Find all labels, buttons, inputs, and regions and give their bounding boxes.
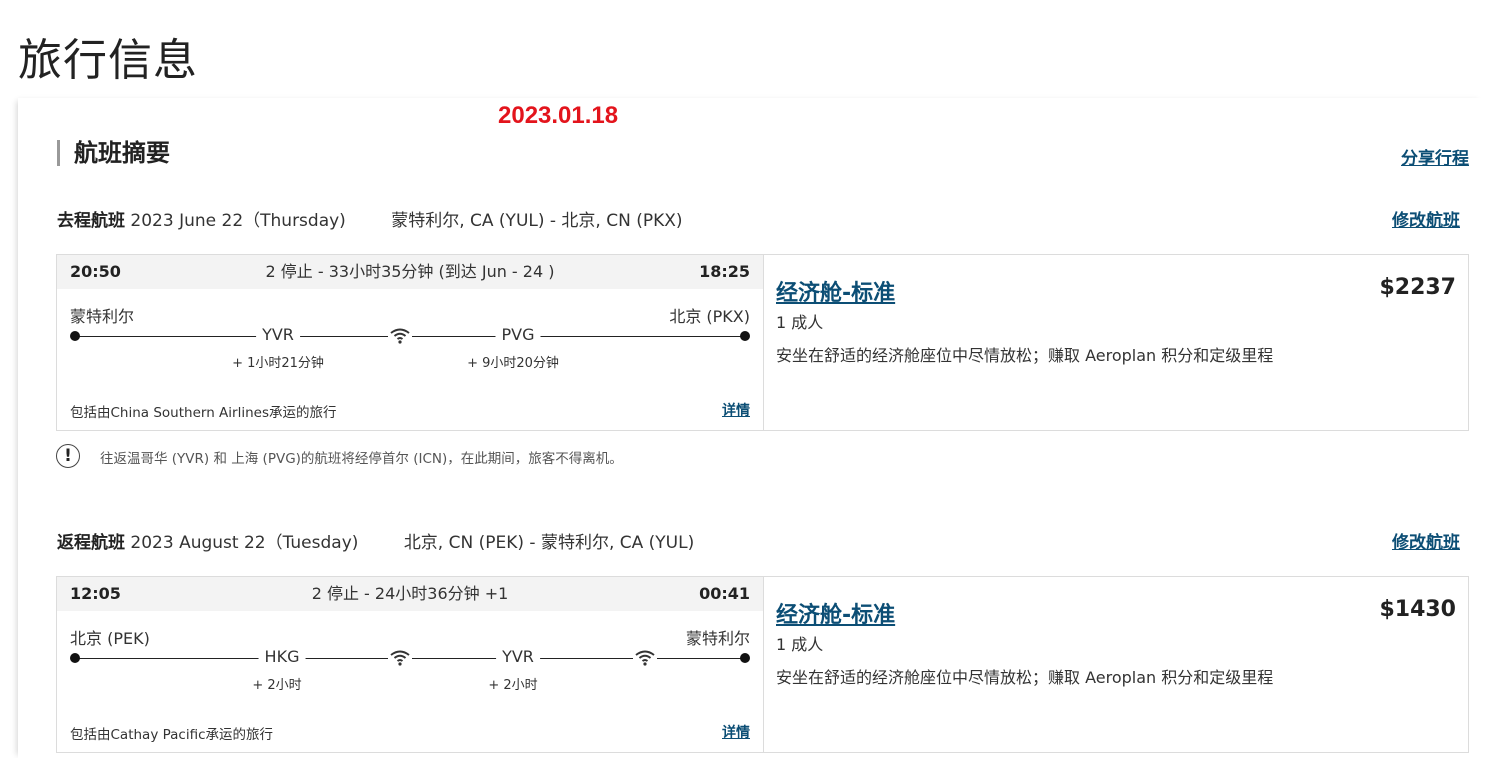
return-label: 返程航班 [57, 533, 125, 553]
stop-code: YVR [496, 647, 540, 666]
outbound-time-bar: 2 停止 - 33小时35分钟 (到达 Jun - 24 ) 20:50 18:… [57, 255, 763, 289]
outbound-summary: 2 停止 - 33小时35分钟 (到达 Jun - 24 ) [265, 262, 555, 281]
outbound-arrive-time: 18:25 [699, 262, 750, 281]
outbound-date: 2023 June 22（Thursday) [130, 211, 346, 231]
modify-outbound-link[interactable]: 修改航班 [1392, 206, 1460, 231]
outbound-itinerary: 2 停止 - 33小时35分钟 (到达 Jun - 24 ) 20:50 18:… [57, 255, 764, 430]
return-operated-by: 包括由Cathay Pacific承运的旅行 [70, 727, 274, 743]
return-route: 北京, CN (PEK) - 蒙特利尔, CA (YUL) [403, 533, 695, 553]
return-price: $1430 [1379, 597, 1456, 622]
destination-dot [740, 653, 750, 663]
outbound-price: $2237 [1379, 275, 1456, 300]
share-itinerary-link[interactable]: 分享行程 [1401, 144, 1469, 169]
stop-code: HKG [258, 647, 306, 666]
outbound-fare-name-link[interactable]: 经济舱-标准 [776, 275, 895, 307]
return-arrive-time: 00:41 [699, 584, 750, 603]
wifi-icon [388, 647, 412, 667]
stop-code: PVG [495, 325, 541, 344]
return-date: 2023 August 22（Tuesday) [130, 533, 359, 553]
return-flight-box: 2 停止 - 24小时36分钟 +1 12:05 00:41 北京 (PEK) … [56, 576, 1469, 753]
outbound-details-link[interactable]: 详情 [722, 400, 750, 420]
return-fare-description: 安坐在舒适的经济舱座位中尽情放松；赚取 Aeroplan 积分和定级里程 [776, 668, 1274, 687]
outbound-flight-box: 2 停止 - 33小时35分钟 (到达 Jun - 24 ) 20:50 18:… [56, 254, 1469, 431]
return-summary: 2 停止 - 24小时36分钟 +1 [311, 584, 509, 603]
outbound-operated-by: 包括由China Southern Airlines承运的旅行 [70, 405, 337, 421]
return-dest-city: 蒙特利尔 [685, 629, 750, 648]
return-itinerary: 2 停止 - 24小时36分钟 +1 12:05 00:41 北京 (PEK) … [57, 577, 764, 752]
origin-dot [70, 331, 80, 341]
outbound-dest-city: 北京 (PKX) [669, 307, 750, 326]
outbound-origin-city: 蒙特利尔 [70, 307, 135, 326]
return-details-link[interactable]: 详情 [722, 722, 750, 742]
wifi-icon [633, 647, 657, 667]
flight-summary-title: 航班摘要 [57, 140, 170, 166]
layover-duration: + 2小时 [252, 678, 302, 693]
info-icon: ! [56, 444, 80, 468]
layover-duration: + 1小时21分钟 [232, 356, 324, 371]
date-stamp: 2023.01.18 [498, 102, 619, 129]
outbound-label: 去程航班 [57, 211, 125, 231]
layover-duration: + 9小时20分钟 [467, 356, 559, 371]
outbound-header: 去程航班 2023 June 22（Thursday) 蒙特利尔, CA (YU… [57, 206, 683, 231]
destination-dot [740, 331, 750, 341]
return-depart-time: 12:05 [70, 584, 121, 603]
outbound-passengers: 1 成人 [776, 313, 824, 332]
outbound-fare-description: 安坐在舒适的经济舱座位中尽情放松；赚取 Aeroplan 积分和定级里程 [776, 346, 1274, 365]
notice-text: 往返温哥华 (YVR) 和 上海 (PVG)的航班将经停首尔 (ICN)，在此期… [100, 451, 623, 467]
return-header: 返程航班 2023 August 22（Tuesday) 北京, CN (PEK… [57, 528, 694, 553]
wifi-icon [388, 325, 412, 345]
modify-return-link[interactable]: 修改航班 [1392, 528, 1460, 553]
stop-code: YVR [256, 325, 300, 344]
return-time-bar: 2 停止 - 24小时36分钟 +1 12:05 00:41 [57, 577, 763, 611]
return-origin-city: 北京 (PEK) [70, 629, 150, 648]
return-fare-name-link[interactable]: 经济舱-标准 [776, 597, 895, 629]
origin-dot [70, 653, 80, 663]
layover-duration: + 2小时 [488, 678, 538, 693]
return-passengers: 1 成人 [776, 635, 824, 654]
page-title: 旅行信息 [18, 35, 198, 87]
outbound-depart-time: 20:50 [70, 262, 121, 281]
outbound-route: 蒙特利尔, CA (YUL) - 北京, CN (PKX) [391, 211, 683, 231]
